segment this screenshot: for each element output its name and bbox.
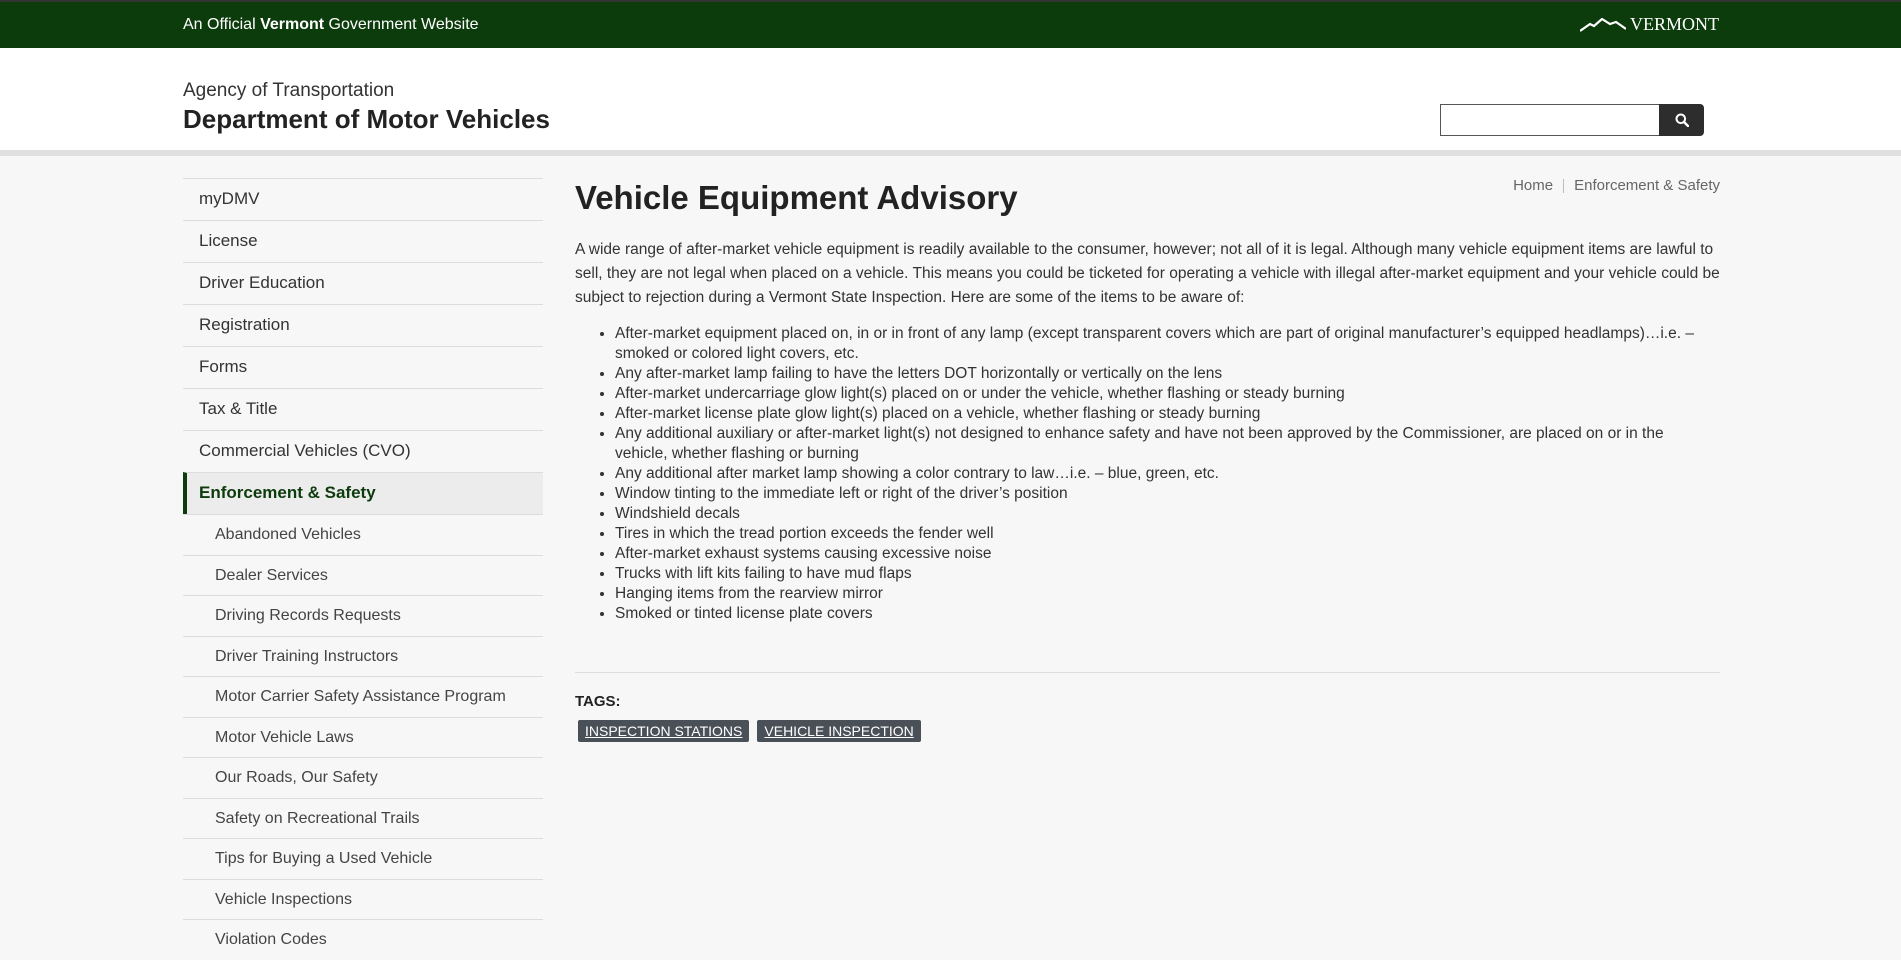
tag-inspection-stations[interactable]: INSPECTION STATIONS — [578, 720, 750, 742]
list-item: After-market exhaust systems causing exc… — [615, 544, 1720, 564]
sidebar-item-license[interactable]: License — [183, 220, 543, 262]
official-suffix: Government Website — [324, 16, 479, 33]
official-banner-text: An Official Vermont Government Website — [183, 16, 479, 34]
department-name[interactable]: Department of Motor Vehicles — [183, 104, 550, 135]
list-item: Any additional after market lamp showing… — [615, 464, 1720, 484]
search-input[interactable] — [1440, 104, 1659, 136]
intro-paragraph: A wide range of after-market vehicle equ… — [575, 241, 1720, 306]
list-item: After-market license plate glow light(s)… — [615, 404, 1720, 424]
sidebar-item-enforcement-safety[interactable]: Enforcement & Safety — [183, 472, 543, 514]
tag-vehicle-inspection[interactable]: VEHICLE INSPECTION — [757, 720, 921, 742]
sidebar-item-registration[interactable]: Registration — [183, 304, 543, 346]
sidebar-item-mydmv[interactable]: myDMV — [183, 178, 543, 220]
sidebar-subitem-driver-training[interactable]: Driver Training Instructors — [183, 635, 543, 677]
official-prefix: An Official — [183, 16, 261, 33]
list-item: Any additional auxiliary or after-market… — [615, 424, 1720, 464]
sidebar-subitem-our-roads[interactable]: Our Roads, Our Safety — [183, 757, 543, 798]
sidebar-item-commercial-vehicles[interactable]: Commercial Vehicles (CVO) — [183, 430, 543, 472]
sidebar-subitem-driving-records[interactable]: Driving Records Requests — [183, 595, 543, 636]
site-header: Agency of Transportation Department of M… — [0, 48, 1901, 156]
vermont-logo-text: VERMONT — [1630, 14, 1719, 34]
tags-heading: TAGS: — [575, 693, 621, 710]
breadcrumb-separator — [1563, 178, 1565, 193]
sidebar-subitem-motor-vehicle-laws[interactable]: Motor Vehicle Laws — [183, 716, 543, 758]
content-divider — [575, 672, 1720, 673]
breadcrumb: Home Enforcement & Safety — [1513, 177, 1720, 194]
sidebar-subitem-vehicle-inspections[interactable]: Vehicle Inspections — [183, 878, 543, 920]
list-item: Trucks with lift kits failing to have mu… — [615, 564, 1720, 584]
search-icon — [1675, 113, 1689, 127]
sidebar-subitem-recreational-trails[interactable]: Safety on Recreational Trails — [183, 797, 543, 839]
search-form — [1440, 104, 1704, 136]
breadcrumb-current[interactable]: Enforcement & Safety — [1574, 177, 1720, 194]
search-button[interactable] — [1659, 104, 1704, 136]
advisory-list: After-market equipment placed on, in or … — [575, 324, 1720, 624]
sidebar-subitem-abandoned-vehicles[interactable]: Abandoned Vehicles — [183, 514, 543, 555]
list-item: Hanging items from the rearview mirror — [615, 584, 1720, 604]
vermont-logo[interactable]: VERMONT — [1580, 14, 1719, 35]
breadcrumb-home[interactable]: Home — [1513, 177, 1553, 194]
sidebar-nav: myDMV License Driver Education Registrat… — [183, 178, 543, 960]
list-item: After-market equipment placed on, in or … — [615, 324, 1720, 364]
sidebar-subitem-dealer-services[interactable]: Dealer Services — [183, 554, 543, 596]
sidebar-subitem-motor-carrier[interactable]: Motor Carrier Safety Assistance Program — [183, 676, 543, 717]
official-banner: An Official Vermont Government Website V… — [0, 0, 1901, 48]
sidebar-subitem-used-vehicle-tips[interactable]: Tips for Buying a Used Vehicle — [183, 838, 543, 879]
mountain-icon — [1580, 17, 1626, 32]
list-item: Any after-market lamp failing to have th… — [615, 364, 1720, 384]
list-item: After-market undercarriage glow light(s)… — [615, 384, 1720, 404]
sidebar-item-driver-education[interactable]: Driver Education — [183, 262, 543, 304]
agency-name[interactable]: Agency of Transportation — [183, 80, 394, 102]
tags-list: INSPECTION STATIONS VEHICLE INSPECTION — [575, 720, 1720, 742]
sidebar-subitem-violation-codes[interactable]: Violation Codes — [183, 919, 543, 960]
list-item: Tires in which the tread portion exceeds… — [615, 524, 1720, 544]
list-item: Window tinting to the immediate left or … — [615, 484, 1720, 504]
sidebar-item-forms[interactable]: Forms — [183, 346, 543, 388]
main-content: Home Enforcement & Safety Vehicle Equipm… — [575, 172, 1720, 742]
official-state: Vermont — [260, 16, 325, 33]
list-item: Windshield decals — [615, 504, 1720, 524]
sidebar-item-tax-title[interactable]: Tax & Title — [183, 388, 543, 430]
list-item: Smoked or tinted license plate covers — [615, 604, 1720, 624]
